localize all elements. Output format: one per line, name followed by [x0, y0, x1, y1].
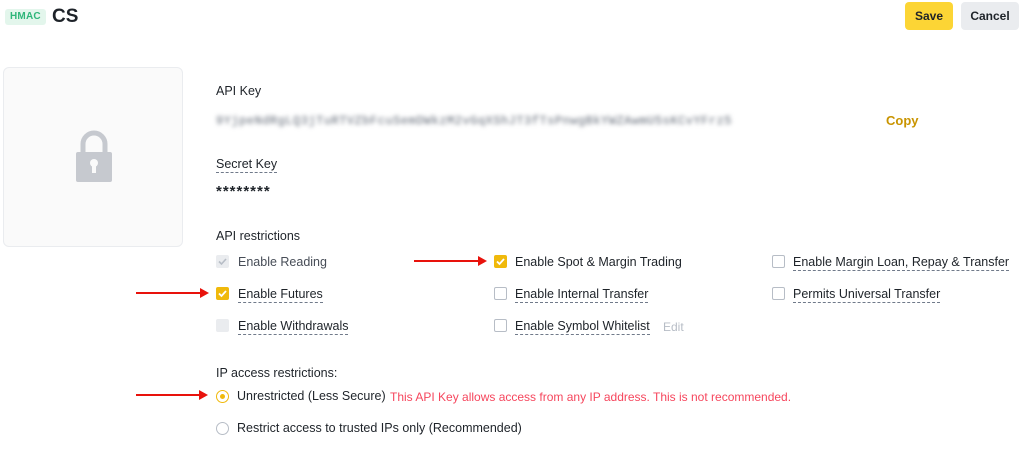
- check-icon: [218, 290, 227, 298]
- enable-futures-label: Enable Futures: [238, 287, 323, 303]
- permits-universal-transfer-label: Permits Universal Transfer: [793, 287, 941, 303]
- secret-key-label: Secret Key: [216, 157, 278, 173]
- enable-margin-loan-label-text: Enable Margin Loan, Repay & Transfer: [793, 255, 1010, 271]
- enable-symbol-whitelist-label: Enable Symbol Whitelist: [515, 319, 650, 335]
- enable-withdrawals-label: Enable Withdrawals: [238, 319, 349, 335]
- check-icon: [496, 258, 505, 266]
- unrestricted-radio[interactable]: [216, 390, 229, 403]
- copy-button[interactable]: Copy: [886, 113, 919, 128]
- enable-futures-checkbox[interactable]: [216, 287, 229, 300]
- restrict-trusted-ips-label: Restrict access to trusted IPs only (Rec…: [237, 421, 522, 435]
- enable-margin-loan-label: Enable Margin Loan, Repay & Transfer: [793, 255, 1010, 271]
- enable-spot-margin-trading-checkbox[interactable]: [494, 255, 507, 268]
- api-key-value: 9YjpeNdRgLQ3jTuRTVZbFcuSemDWkzM2vGqXShJT…: [216, 114, 732, 128]
- enable-internal-transfer-label-text: Enable Internal Transfer: [515, 287, 649, 303]
- restrict-trusted-ips-radio[interactable]: [216, 422, 229, 435]
- permits-universal-transfer-checkbox[interactable]: [772, 287, 785, 300]
- ip-restrictions-label: IP access restrictions:: [216, 366, 338, 380]
- api-restrictions-label: API restrictions: [216, 229, 301, 243]
- enable-reading-label: Enable Reading: [238, 255, 327, 269]
- ip-warning-text: This API Key allows access from any IP a…: [390, 390, 792, 404]
- enable-margin-loan-checkbox[interactable]: [772, 255, 785, 268]
- enable-internal-transfer-label: Enable Internal Transfer: [515, 287, 649, 303]
- permits-universal-transfer-label-text: Permits Universal Transfer: [793, 287, 941, 303]
- secret-key-value: ********: [216, 183, 271, 200]
- enable-withdrawals-checkbox[interactable]: [216, 319, 229, 332]
- save-button[interactable]: Save: [905, 2, 953, 30]
- qr-placeholder-card: [3, 67, 183, 247]
- page-title: CS: [52, 6, 79, 27]
- cancel-button[interactable]: Cancel: [961, 2, 1019, 30]
- enable-spot-margin-trading-label: Enable Spot & Margin Trading: [515, 255, 682, 269]
- enable-symbol-whitelist-label-text: Enable Symbol Whitelist: [515, 319, 650, 335]
- unrestricted-label: Unrestricted (Less Secure): [237, 389, 386, 403]
- enable-symbol-whitelist-checkbox[interactable]: [494, 319, 507, 332]
- enable-reading-checkbox[interactable]: [216, 255, 229, 268]
- enable-internal-transfer-checkbox[interactable]: [494, 287, 507, 300]
- check-icon: [218, 258, 227, 266]
- edit-whitelist-link[interactable]: Edit: [663, 320, 684, 334]
- enable-withdrawals-label-text: Enable Withdrawals: [238, 319, 349, 335]
- hmac-badge: HMAC: [5, 9, 46, 25]
- secret-key-label-text: Secret Key: [216, 157, 278, 173]
- enable-futures-label-text: Enable Futures: [238, 287, 323, 303]
- lock-icon: [74, 128, 114, 187]
- api-key-label: API Key: [216, 84, 262, 98]
